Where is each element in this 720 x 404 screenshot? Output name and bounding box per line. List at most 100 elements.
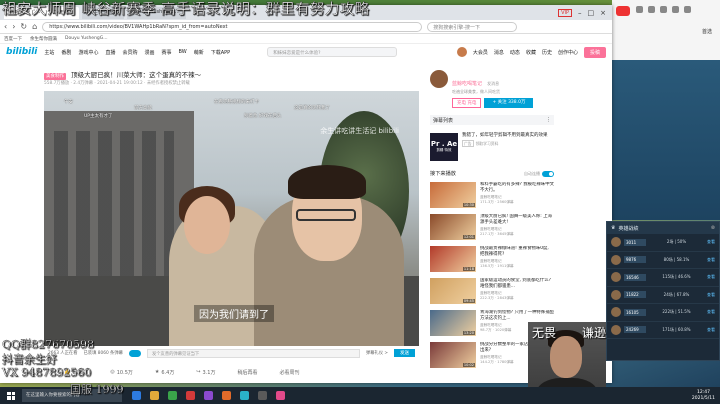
- url-input[interactable]: https://www.bilibili.com/video/BV1WAHp1b…: [42, 21, 423, 32]
- video-thumbnail[interactable]: 09:45: [430, 278, 476, 304]
- danmaku-list-toggle[interactable]: 弹幕列表 ⋮: [430, 115, 554, 125]
- hero-stats-header: ♛ 英雄战绩 ⊗: [607, 222, 719, 234]
- nav-item[interactable]: 萌新: [194, 49, 204, 56]
- hero-record: 24场 | 67.8%: [663, 291, 690, 297]
- uploader-name[interactable]: 蓝鲸吃喝笔记: [452, 81, 482, 87]
- nav-item[interactable]: 下载APP: [211, 49, 230, 56]
- watch-later-button[interactable]: 稍后再看: [237, 369, 257, 376]
- system-clock[interactable]: 12:47 2021/5/11: [692, 390, 715, 401]
- recommended-title[interactable]: 青海湖钓到怪物? 只用了一种特殊捕鱼方法这次钓上...: [480, 310, 554, 322]
- recommended-title[interactable]: 挑战最贵辣椒味道! 重辣食物味0度, 把我辣得死?: [480, 246, 554, 258]
- recommended-video[interactable]: 11:18 挑战最贵辣椒味道! 重辣食物味0度, 把我辣得死? 蓝鲸吃喝笔记 136.…: [430, 246, 554, 273]
- toolbar-icon-5[interactable]: [684, 6, 691, 13]
- recommended-title[interactable]: 国家级运动员的食堂, 到底都吃什么? 难怪我们都骚患...: [480, 278, 554, 290]
- taskbar-app-icon[interactable]: [276, 391, 285, 400]
- taskbar-app-icon[interactable]: [150, 391, 159, 400]
- video-thumbnail[interactable]: 10:30: [430, 182, 476, 208]
- recommended-title[interactable]: 顶级大厨已疯! 国舞一级美人称: 上海源手头差难大!: [480, 214, 554, 226]
- nav-dynamics[interactable]: 动态: [510, 49, 520, 56]
- recommended-video[interactable]: 09:45 国家级运动员的食堂, 到底都吃什么? 难怪我们都骚患... 蓝鲸吃喝笔记…: [430, 278, 554, 305]
- browser-search-input[interactable]: 搜狗搜索引擎-搜一下: [427, 21, 518, 32]
- bookmark-item[interactable]: Douyu YushengG...: [65, 36, 108, 41]
- nav-item[interactable]: 直播: [105, 49, 115, 56]
- taskbar-app-icon[interactable]: [240, 391, 249, 400]
- toolbar-icon-2[interactable]: [648, 6, 655, 13]
- coin-button[interactable]: ◎ 10.5万: [110, 369, 133, 376]
- view-button[interactable]: 查看: [707, 292, 715, 298]
- toolbar-icon-1[interactable]: [636, 6, 643, 13]
- ad-card[interactable]: Pr . Ae 剪辑 特效 我错了，如年轻学剪辑不用到最真实的效果 广告 领取学习…: [430, 133, 554, 161]
- more-icon[interactable]: ⋮: [546, 117, 551, 123]
- nav-item[interactable]: BW: [179, 49, 187, 55]
- nav-item[interactable]: 番剧: [61, 49, 71, 56]
- danmaku-toggle[interactable]: [128, 349, 141, 357]
- share-button[interactable]: ↪ 3.1万: [196, 369, 215, 376]
- message-link[interactable]: 发消息: [487, 81, 499, 86]
- up-next-label: 接下来播放: [430, 171, 456, 177]
- refresh-icon[interactable]: ↻: [20, 22, 27, 31]
- vip-badge[interactable]: VIP: [558, 8, 572, 17]
- view-button[interactable]: 查看: [707, 309, 715, 315]
- back-icon[interactable]: ‹: [4, 22, 7, 31]
- minimize-icon[interactable]: –: [578, 9, 582, 17]
- taskbar-app-icon[interactable]: [186, 391, 195, 400]
- danmaku-etiquette-link[interactable]: 弹幕礼仪 >: [366, 350, 388, 356]
- nav-history[interactable]: 历史: [542, 49, 552, 56]
- bookmark-item[interactable]: 百度一下: [4, 36, 22, 42]
- view-button[interactable]: 查看: [707, 239, 715, 245]
- nav-item[interactable]: 游戏中心: [78, 49, 98, 56]
- windows-start-icon[interactable]: [4, 389, 18, 403]
- nav-item[interactable]: 会员购: [122, 49, 137, 56]
- video-player[interactable]: 午安 前方高能 在看完整视频的来打卡 这是真的笑死我了 UP主太有才了 别着急 …: [44, 91, 419, 346]
- toolbar-icon-3[interactable]: [660, 6, 667, 13]
- favorite-button[interactable]: ★ 6.4万: [155, 369, 174, 376]
- taskbar-app-icon[interactable]: [132, 391, 141, 400]
- upload-button[interactable]: 投稿: [583, 46, 606, 58]
- hero-avatar: [611, 324, 621, 335]
- nav-favorites[interactable]: 收藏: [526, 49, 536, 56]
- toolbar-icon-4[interactable]: [672, 6, 679, 13]
- view-button[interactable]: 查看: [707, 274, 715, 280]
- nav-creator[interactable]: 创作中心: [558, 49, 578, 56]
- nav-item[interactable]: 主站: [44, 49, 54, 56]
- maximize-icon[interactable]: □: [588, 9, 595, 17]
- taskbar-app-icon[interactable]: [258, 391, 267, 400]
- danmaku-input[interactable]: 发个友善的弹幕见证当下: [146, 348, 360, 358]
- taskbar-app-icon[interactable]: [222, 391, 231, 400]
- nav-item[interactable]: 赛事: [162, 49, 172, 56]
- nav-item[interactable]: 漫画: [144, 49, 154, 56]
- charge-button[interactable]: 充电 充电: [452, 98, 482, 108]
- home-icon[interactable]: ⌂: [32, 22, 37, 31]
- avatar[interactable]: [456, 47, 467, 57]
- nav-messages[interactable]: 消息: [494, 49, 504, 56]
- category-tag[interactable]: 美食制作: [44, 73, 66, 80]
- weekly-button[interactable]: 必看周刊: [280, 369, 300, 376]
- close-icon[interactable]: ×: [600, 9, 606, 17]
- bili-search-input[interactable]: 和妹妹恋爱是什么体验?: [267, 47, 398, 57]
- bookmark-item[interactable]: 余生帮你圆满: [30, 36, 57, 42]
- taskbar-app-icon[interactable]: [204, 391, 213, 400]
- uploader-avatar[interactable]: [430, 70, 448, 88]
- star-icon: ★: [154, 369, 160, 375]
- forward-icon[interactable]: ›: [12, 22, 15, 31]
- close-icon[interactable]: ⊗: [711, 225, 715, 231]
- autoplay-label: 自动连播: [524, 170, 540, 176]
- view-button[interactable]: 查看: [707, 257, 715, 263]
- side-panel-label[interactable]: 首选: [702, 28, 712, 35]
- send-danmaku-button[interactable]: 发送: [394, 349, 415, 357]
- follow-button[interactable]: + 关注 338.0万: [484, 98, 534, 108]
- view-button[interactable]: 查看: [707, 327, 715, 333]
- nav-vip[interactable]: 大会员: [473, 49, 488, 56]
- overlay-douyin: 抖音余生好: [2, 353, 57, 366]
- bilibili-logo[interactable]: bilibili: [6, 47, 37, 57]
- recommended-video[interactable]: 12:01 顶级大厨已疯! 国舞一级美人称: 上海源手头差难大! 蓝鲸吃喝笔记 217…: [430, 214, 554, 241]
- video-thumbnail[interactable]: 11:18: [430, 246, 476, 272]
- recommended-video[interactable]: 10:30 和料手霸吃的有多辣? 我被吃辣味中文不大行。 蓝鲸吃喝笔记 171.3万 …: [430, 182, 554, 209]
- recommended-title[interactable]: 和料手霸吃的有多辣? 我被吃辣味中文不大行。: [480, 182, 554, 194]
- video-thumbnail[interactable]: 13:20: [430, 310, 476, 336]
- video-thumbnail[interactable]: 10:02: [430, 342, 476, 368]
- autoplay-toggle[interactable]: [542, 170, 554, 177]
- video-subtitle: 因为我们请到了: [194, 305, 274, 322]
- video-thumbnail[interactable]: 12:01: [430, 214, 476, 240]
- taskbar-app-icon[interactable]: [168, 391, 177, 400]
